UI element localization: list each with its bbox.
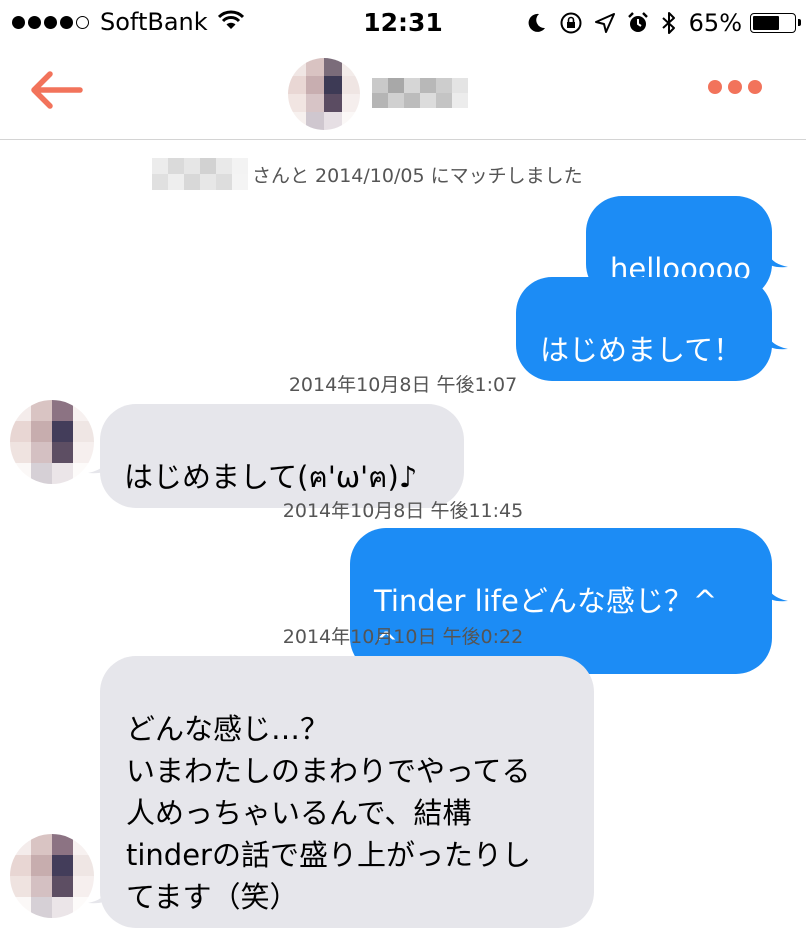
location-icon xyxy=(594,13,615,33)
timestamp: 2014年10月8日 午後1:07 xyxy=(288,374,518,396)
status-bar: SoftBank 12:31 65% xyxy=(0,0,806,48)
rotation-lock-icon xyxy=(559,11,583,35)
battery-icon xyxy=(750,13,801,33)
chat-header xyxy=(0,48,806,140)
timestamp: 2014年10月10日 午後0:22 xyxy=(282,626,524,648)
sender-avatar[interactable] xyxy=(10,400,94,484)
message-text: はじめまして(ฅ'ω'ฅ)♪ xyxy=(124,460,418,494)
timestamp: 2014年10月8日 午後11:45 xyxy=(282,500,524,522)
match-info: さんと 2014/10/05 にマッチしました xyxy=(152,158,583,190)
match-text: さんと 2014/10/05 にマッチしました xyxy=(252,164,583,187)
moon-icon xyxy=(525,12,547,34)
back-arrow-icon[interactable] xyxy=(30,70,84,110)
incoming-message[interactable]: どんな感じ…？ いまわたしのまわりでやってる 人めっちゃいるんで、結構 tind… xyxy=(100,656,594,928)
outgoing-message[interactable]: Tinder lifeどんな感じ？^ ^ xyxy=(350,528,772,674)
battery-percent: 65% xyxy=(688,9,742,37)
match-name-redacted[interactable] xyxy=(372,78,468,108)
matched-name-redacted xyxy=(152,158,248,190)
message-text: どんな感じ…？ いまわたしのまわりでやってる 人めっちゃいるんで、結構 tind… xyxy=(126,712,531,914)
alarm-icon xyxy=(627,12,649,34)
message-text: はじめまして！ xyxy=(540,333,743,367)
bubble-tail xyxy=(764,322,788,350)
incoming-message[interactable]: はじめまして(ฅ'ω'ฅ)♪ xyxy=(100,404,464,508)
bubble-tail xyxy=(764,240,788,268)
more-dots-icon[interactable] xyxy=(708,80,768,94)
outgoing-message[interactable]: はじめまして！ xyxy=(516,277,772,381)
match-avatar[interactable] xyxy=(288,58,360,130)
bluetooth-icon xyxy=(661,11,677,35)
status-right: 65% xyxy=(513,9,801,37)
bubble-tail xyxy=(764,574,788,602)
sender-avatar[interactable] xyxy=(10,834,94,918)
